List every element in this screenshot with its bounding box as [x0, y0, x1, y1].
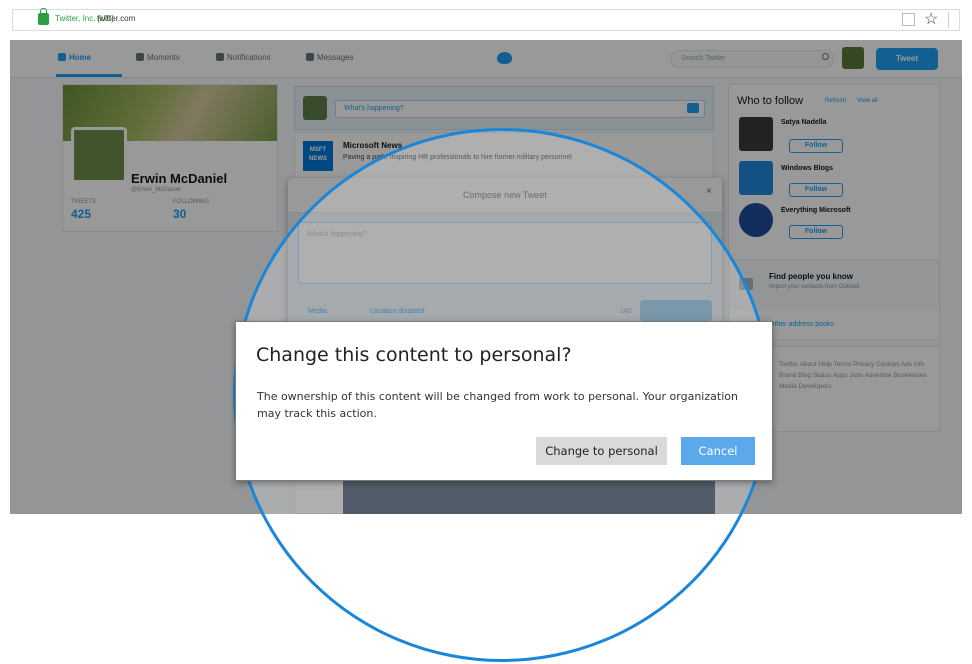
toolbar-divider: [948, 12, 949, 28]
change-to-personal-dialog: Change this content to personal? The own…: [235, 321, 773, 481]
cancel-button[interactable]: Cancel: [681, 437, 755, 465]
browser-address-bar: Twitter, Inc. [US] twitter.com ☆: [0, 0, 972, 40]
favorite-star-icon[interactable]: ☆: [924, 9, 938, 29]
lock-icon: [38, 8, 49, 25]
dialog-title: Change this content to personal?: [256, 344, 572, 366]
reading-view-icon[interactable]: [902, 13, 915, 26]
dialog-message: The ownership of this content will be ch…: [257, 390, 738, 420]
change-to-personal-button[interactable]: Change to personal: [536, 437, 667, 465]
url-field[interactable]: [12, 9, 960, 31]
url-text[interactable]: twitter.com: [97, 14, 135, 23]
screenshot-stage: Twitter, Inc. [US] twitter.com ☆ Home Mo…: [0, 0, 972, 664]
